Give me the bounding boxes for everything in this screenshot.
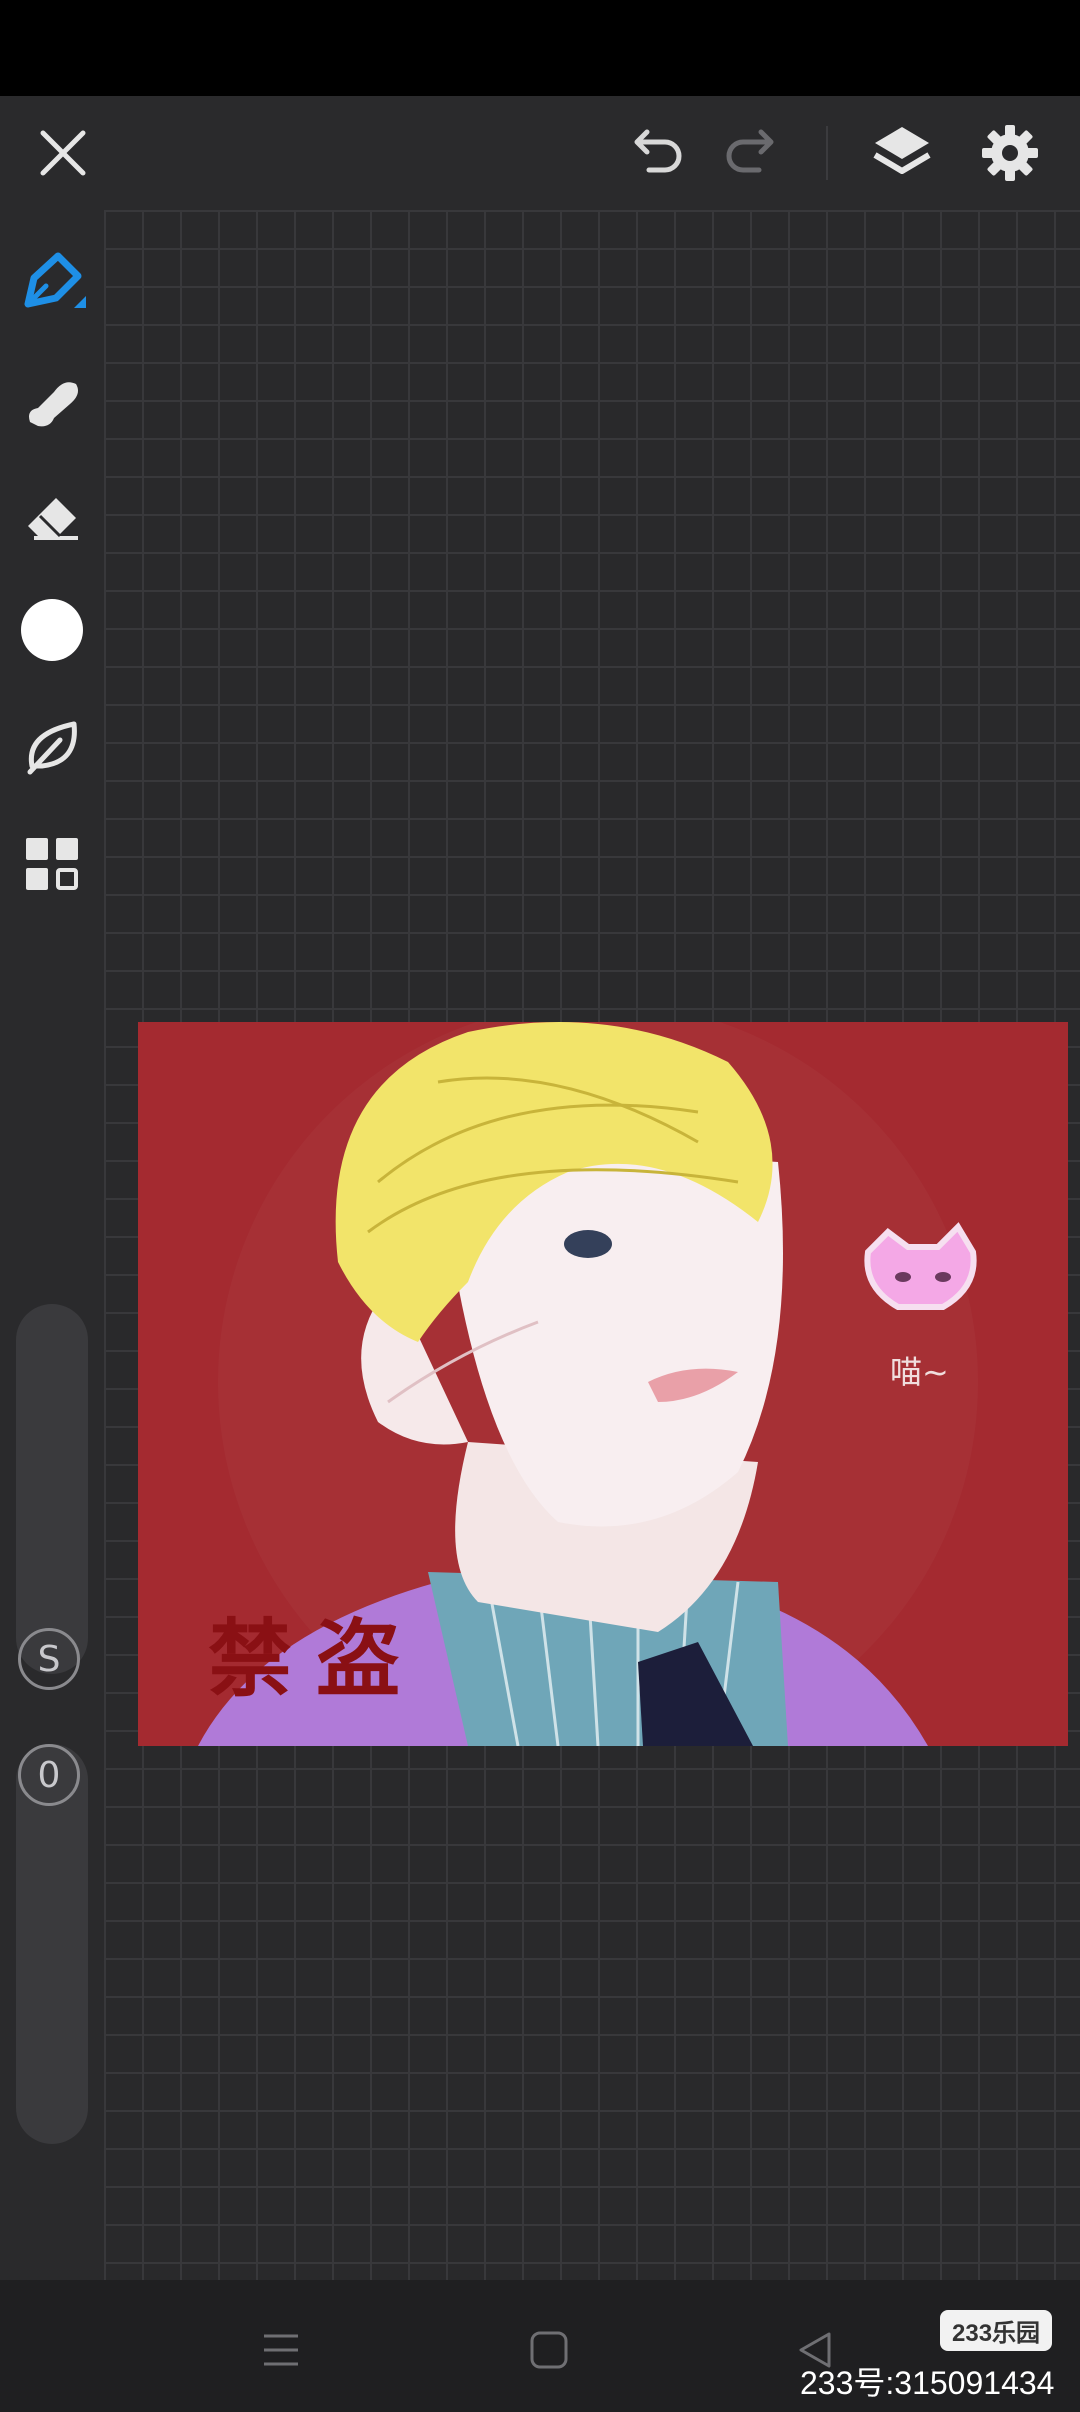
smudge-tool-button[interactable] xyxy=(12,362,92,442)
opacity-indicator[interactable]: 0 xyxy=(18,1744,80,1806)
settings-button[interactable] xyxy=(974,118,1046,188)
opacity-label: 0 xyxy=(37,1754,61,1796)
color-picker-button[interactable] xyxy=(12,590,92,670)
size-label: S xyxy=(37,1638,61,1680)
undo-button[interactable] xyxy=(620,122,690,184)
top-toolbar xyxy=(0,96,1080,210)
smudge-icon xyxy=(29,382,78,427)
menu-icon xyxy=(264,2334,298,2366)
layers-button[interactable] xyxy=(866,118,938,188)
artist-signature: 喵~ xyxy=(890,1353,949,1391)
color-swatch-icon xyxy=(21,599,83,661)
redo-icon xyxy=(726,129,774,173)
more-tools-button[interactable] xyxy=(12,824,92,904)
redo-button[interactable] xyxy=(718,122,788,184)
platform-badge: 233乐园 xyxy=(940,2310,1053,2351)
gear-icon xyxy=(982,125,1038,181)
watermark-text: 禁盗 xyxy=(208,1609,425,1708)
blend-tool-button[interactable] xyxy=(12,706,92,786)
pen-tool-button[interactable] xyxy=(12,244,92,324)
undo-icon xyxy=(634,129,682,173)
artwork-image: 禁盗 喵~ xyxy=(138,1022,1068,1746)
layers-icon xyxy=(873,127,931,174)
nav-menu-button[interactable] xyxy=(246,2320,316,2380)
close-button[interactable] xyxy=(30,120,96,186)
pen-icon xyxy=(24,252,86,308)
brush-size-slider[interactable] xyxy=(16,1304,88,1674)
nav-home-button[interactable] xyxy=(514,2320,584,2380)
status-bar xyxy=(0,0,1080,96)
size-indicator[interactable]: S xyxy=(18,1628,80,1690)
leaf-icon xyxy=(27,721,77,775)
grid-icon xyxy=(26,838,78,890)
eraser-tool-button[interactable] xyxy=(12,478,92,558)
toolbar-divider xyxy=(826,126,828,180)
close-icon xyxy=(40,130,86,176)
eraser-icon xyxy=(28,498,78,540)
tool-sidebar: S 0 xyxy=(0,210,104,2280)
home-icon xyxy=(530,2331,568,2369)
overlay-id-text: 233号:315091434 xyxy=(800,2365,1055,2401)
